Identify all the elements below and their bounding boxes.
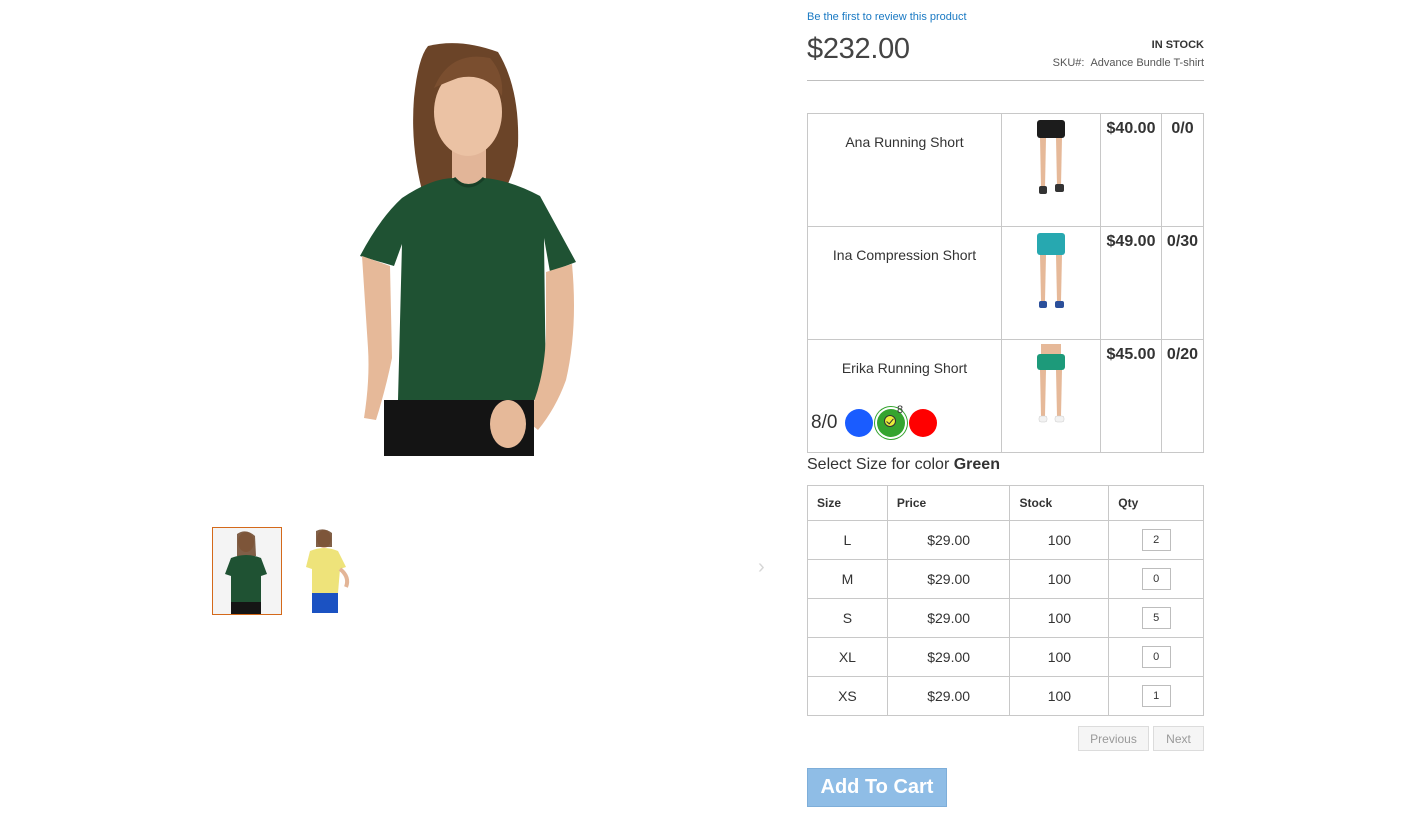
selected-color-name: Green: [953, 456, 1000, 473]
bundle-item-price: $45.00: [1100, 339, 1162, 453]
bundle-item-image-cell: [1001, 113, 1101, 227]
bundle-row: Ana Running Short $40.00 0/0: [807, 113, 1204, 227]
qty-input[interactable]: [1141, 607, 1171, 629]
bundle-item-qty: 0/30: [1161, 226, 1204, 340]
qty-cell: [1108, 676, 1204, 716]
price-cell: $29.00: [886, 598, 1011, 638]
sku-value: Advance Bundle T-shirt: [1090, 57, 1204, 69]
qty-input[interactable]: [1141, 568, 1171, 590]
price-cell: $29.00: [886, 559, 1011, 599]
size-cell: XS: [807, 676, 888, 716]
stock-status: IN STOCK: [1151, 39, 1204, 51]
stock-cell: 100: [1009, 637, 1110, 677]
bundle-row: Ina Compression Short $49.00 0/30: [807, 226, 1204, 340]
bundle-items-table: Ana Running Short $40.00 0/0 Ina Compres…: [807, 113, 1204, 453]
teal-shorts-image[interactable]: [1031, 231, 1071, 311]
price-cell: $29.00: [886, 637, 1011, 677]
swatch-blue[interactable]: [845, 409, 873, 437]
price-cell: $29.00: [886, 676, 1011, 716]
size-heading: Select Size for color Green: [807, 456, 1000, 474]
qty-input[interactable]: [1141, 529, 1171, 551]
swatch-count: 8/0: [811, 412, 838, 433]
size-table: Size Price Stock Qty L $29.00 100 M $29.…: [807, 485, 1204, 716]
bundle-item-qty: 0/0: [1161, 113, 1204, 227]
divider: [807, 80, 1204, 81]
stock-cell: 100: [1009, 676, 1110, 716]
gallery-next-arrow[interactable]: ›: [758, 556, 765, 579]
bundle-item-price: $49.00: [1100, 226, 1162, 340]
product-price: $232.00: [807, 33, 910, 65]
bundle-item-image-cell: [1001, 339, 1101, 453]
stock-cell: 100: [1009, 598, 1110, 638]
column-header-stock: Stock: [1009, 485, 1110, 521]
sku-label: SKU#:: [1052, 57, 1085, 69]
thumbnail-green-tshirt[interactable]: [212, 527, 282, 615]
qty-input[interactable]: [1141, 685, 1171, 707]
table-row: XL $29.00 100: [807, 637, 1204, 677]
bundle-item-name[interactable]: Erika Running Short: [807, 339, 1002, 453]
bundle-item-price: $40.00: [1100, 113, 1162, 227]
thumbnail-yellow-tshirt[interactable]: [296, 527, 364, 613]
size-table-header: Size Price Stock Qty: [807, 485, 1204, 521]
bundle-item-image-cell: [1001, 226, 1101, 340]
table-row: XS $29.00 100: [807, 676, 1204, 716]
next-button[interactable]: Next: [1153, 726, 1204, 751]
black-shorts-image[interactable]: [1031, 118, 1071, 198]
table-row: L $29.00 100: [807, 520, 1204, 560]
size-cell: L: [807, 520, 888, 560]
column-header-size: Size: [807, 485, 888, 521]
table-row: S $29.00 100: [807, 598, 1204, 638]
swatch-badge: 8: [897, 404, 904, 416]
add-to-cart-button[interactable]: Add To Cart: [807, 768, 947, 807]
bundle-item-name[interactable]: Ina Compression Short: [807, 226, 1002, 340]
table-row: M $29.00 100: [807, 559, 1204, 599]
review-link[interactable]: Be the first to review this product: [807, 11, 967, 23]
qty-cell: [1108, 559, 1204, 599]
price-cell: $29.00: [886, 520, 1011, 560]
product-gallery: ›: [0, 0, 780, 820]
swatch-red[interactable]: [909, 409, 937, 437]
column-header-qty: Qty: [1108, 485, 1204, 521]
column-header-price: Price: [886, 485, 1011, 521]
stock-cell: 100: [1009, 559, 1110, 599]
qty-cell: [1108, 598, 1204, 638]
qty-cell: [1108, 520, 1204, 560]
qty-cell: [1108, 637, 1204, 677]
green-shorts-image[interactable]: [1031, 344, 1071, 424]
size-heading-prefix: Select Size for color: [807, 456, 950, 473]
checkmark-icon: [884, 415, 896, 427]
sku: SKU#: Advance Bundle T-shirt: [1053, 57, 1204, 69]
stock-cell: 100: [1009, 520, 1110, 560]
previous-button[interactable]: Previous: [1078, 726, 1149, 751]
qty-input[interactable]: [1141, 646, 1171, 668]
bundle-item-qty: 0/20: [1161, 339, 1204, 453]
bundle-item-name[interactable]: Ana Running Short: [807, 113, 1002, 227]
size-cell: M: [807, 559, 888, 599]
main-product-image[interactable]: [340, 28, 598, 456]
size-cell: S: [807, 598, 888, 638]
size-cell: XL: [807, 637, 888, 677]
bundle-row: Erika Running Short $45.00 0/20: [807, 339, 1204, 453]
